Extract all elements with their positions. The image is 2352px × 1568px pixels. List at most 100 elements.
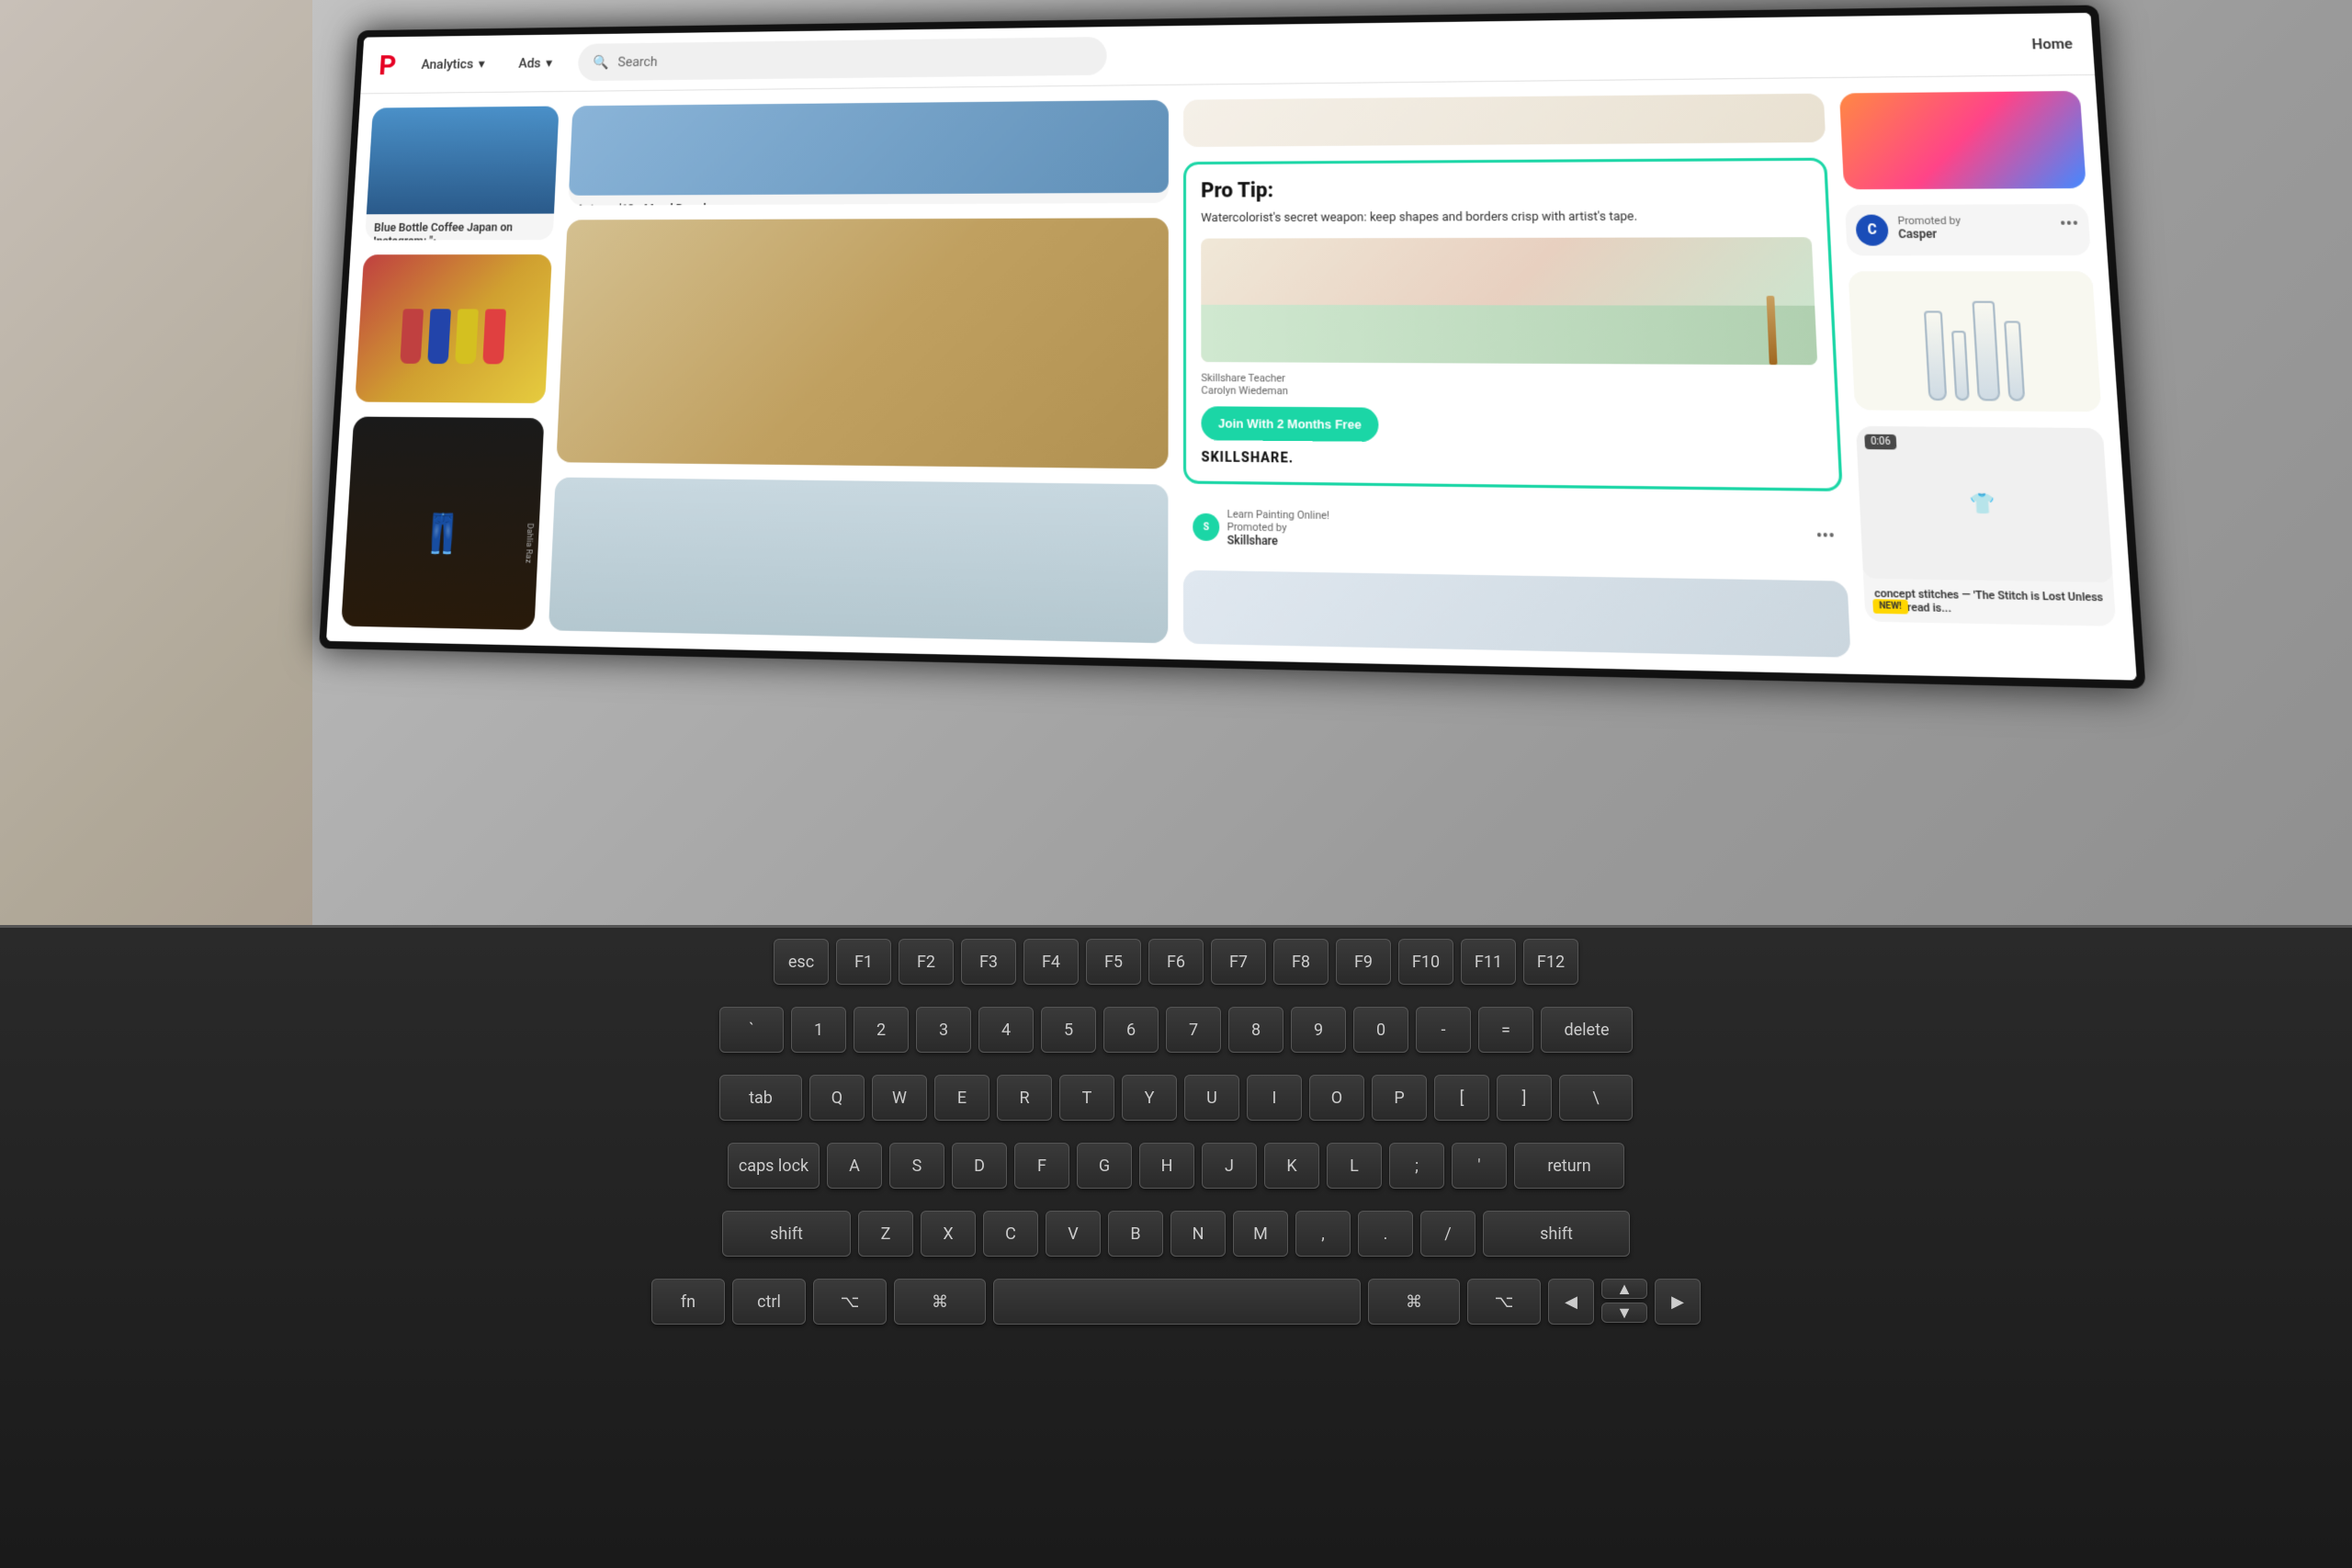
key-lbracket[interactable]: [ bbox=[1434, 1075, 1489, 1121]
key-r[interactable]: R bbox=[997, 1075, 1052, 1121]
key-e[interactable]: E bbox=[934, 1075, 989, 1121]
key-f11[interactable]: F11 bbox=[1461, 939, 1516, 985]
key-q[interactable]: Q bbox=[809, 1075, 865, 1121]
pin-card-blue-bottle[interactable]: Blue Bottle Coffee Japan on Instagram: "… bbox=[365, 107, 559, 241]
key-4[interactable]: 4 bbox=[978, 1007, 1034, 1053]
key-f6[interactable]: F6 bbox=[1148, 939, 1204, 985]
key-n[interactable]: N bbox=[1170, 1211, 1226, 1257]
key-option-right[interactable]: ⌥ bbox=[1467, 1279, 1541, 1325]
laptop-screen-bezel: P Analytics ▾ Ads ▾ 🔍 Search Home bbox=[319, 5, 2146, 689]
key-backtick[interactable]: ` bbox=[719, 1007, 784, 1053]
key-c[interactable]: C bbox=[983, 1211, 1038, 1257]
pin-card-arch[interactable] bbox=[1183, 570, 1851, 658]
key-w[interactable]: W bbox=[872, 1075, 927, 1121]
pin-card-bathroom[interactable] bbox=[548, 478, 1169, 644]
key-f1[interactable]: F1 bbox=[836, 939, 891, 985]
pin-card-top-gradient[interactable] bbox=[1839, 91, 2086, 189]
key-g[interactable]: G bbox=[1077, 1143, 1132, 1189]
key-arrow-left[interactable]: ◀ bbox=[1548, 1279, 1594, 1325]
flask-1 bbox=[1924, 310, 1947, 400]
key-f[interactable]: F bbox=[1014, 1143, 1069, 1189]
key-b[interactable]: B bbox=[1108, 1211, 1163, 1257]
key-period[interactable]: . bbox=[1358, 1211, 1413, 1257]
key-8[interactable]: 8 bbox=[1228, 1007, 1283, 1053]
key-1[interactable]: 1 bbox=[791, 1007, 846, 1053]
pin-card-flasks[interactable] bbox=[1849, 271, 2102, 412]
key-o[interactable]: O bbox=[1309, 1075, 1364, 1121]
more-options-button[interactable]: ••• bbox=[1815, 525, 1835, 547]
key-return[interactable]: return bbox=[1514, 1143, 1624, 1189]
home-nav[interactable]: Home bbox=[2031, 35, 2073, 52]
pin-card-autumn[interactable]: Autumn '18 - Mood Board bbox=[568, 100, 1169, 206]
key-i[interactable]: I bbox=[1247, 1075, 1302, 1121]
key-f5[interactable]: F5 bbox=[1086, 939, 1141, 985]
key-shift-left[interactable]: shift bbox=[722, 1211, 851, 1257]
key-a[interactable]: A bbox=[827, 1143, 882, 1189]
key-f7[interactable]: F7 bbox=[1211, 939, 1266, 985]
key-j[interactable]: J bbox=[1202, 1143, 1257, 1189]
key-v[interactable]: V bbox=[1046, 1211, 1101, 1257]
key-f10[interactable]: F10 bbox=[1398, 939, 1453, 985]
pin-card-bottles[interactable] bbox=[355, 254, 552, 403]
casper-more-options[interactable]: ••• bbox=[2059, 214, 2079, 235]
casper-promo-card[interactable]: C Promoted by Casper ••• bbox=[1845, 204, 2091, 255]
key-rbracket[interactable]: ] bbox=[1497, 1075, 1552, 1121]
key-z[interactable]: Z bbox=[858, 1211, 913, 1257]
key-9[interactable]: 9 bbox=[1291, 1007, 1346, 1053]
key-arrow-right[interactable]: ▶ bbox=[1655, 1279, 1701, 1325]
search-bar[interactable]: 🔍 Search bbox=[577, 37, 1106, 81]
key-fn[interactable]: fn bbox=[651, 1279, 725, 1325]
key-u[interactable]: U bbox=[1184, 1075, 1239, 1121]
key-backslash[interactable]: \ bbox=[1559, 1075, 1633, 1121]
key-caps[interactable]: caps lock bbox=[728, 1143, 820, 1189]
key-quote[interactable]: ' bbox=[1452, 1143, 1507, 1189]
key-delete[interactable]: delete bbox=[1541, 1007, 1633, 1053]
analytics-nav[interactable]: Analytics ▾ bbox=[413, 51, 494, 78]
key-l[interactable]: L bbox=[1327, 1143, 1382, 1189]
key-esc[interactable]: esc bbox=[774, 939, 829, 985]
key-s[interactable]: S bbox=[889, 1143, 944, 1189]
key-f12[interactable]: F12 bbox=[1523, 939, 1578, 985]
key-equals[interactable]: = bbox=[1478, 1007, 1533, 1053]
keyboard-row-1: esc F1 F2 F3 F4 F5 F6 F7 F8 F9 F10 F11 F… bbox=[0, 928, 2352, 996]
key-space[interactable] bbox=[993, 1279, 1361, 1325]
key-5[interactable]: 5 bbox=[1041, 1007, 1096, 1053]
key-minus[interactable]: - bbox=[1416, 1007, 1471, 1053]
key-2[interactable]: 2 bbox=[854, 1007, 909, 1053]
key-shift-right[interactable]: shift bbox=[1483, 1211, 1630, 1257]
pin-card-concept[interactable]: 👕 concept stitches — 'The Stitch is Lost… bbox=[1856, 426, 2116, 626]
key-comma[interactable]: , bbox=[1295, 1211, 1351, 1257]
key-7[interactable]: 7 bbox=[1166, 1007, 1221, 1053]
key-cmd-left[interactable]: ⌘ bbox=[894, 1279, 986, 1325]
key-cmd-right[interactable]: ⌘ bbox=[1368, 1279, 1460, 1325]
key-3[interactable]: 3 bbox=[916, 1007, 971, 1053]
key-x[interactable]: X bbox=[921, 1211, 976, 1257]
key-f3[interactable]: F3 bbox=[961, 939, 1016, 985]
ads-nav[interactable]: Ads ▾ bbox=[509, 50, 561, 76]
key-p[interactable]: P bbox=[1372, 1075, 1427, 1121]
key-k[interactable]: K bbox=[1264, 1143, 1319, 1189]
key-tab[interactable]: tab bbox=[719, 1075, 802, 1121]
key-arrow-up[interactable]: ▲ bbox=[1601, 1279, 1647, 1299]
key-semicolon[interactable]: ; bbox=[1389, 1143, 1444, 1189]
key-d[interactable]: D bbox=[952, 1143, 1007, 1189]
key-option[interactable]: ⌥ bbox=[813, 1279, 887, 1325]
key-f8[interactable]: F8 bbox=[1273, 939, 1329, 985]
key-ctrl[interactable]: ctrl bbox=[732, 1279, 806, 1325]
key-0[interactable]: 0 bbox=[1353, 1007, 1408, 1053]
pin-card-ird[interactable]: IRD - Brand design bbox=[1183, 94, 1826, 147]
key-slash[interactable]: / bbox=[1420, 1211, 1476, 1257]
key-6[interactable]: 6 bbox=[1103, 1007, 1159, 1053]
key-t[interactable]: T bbox=[1059, 1075, 1114, 1121]
pinterest-logo[interactable]: P bbox=[378, 48, 397, 81]
join-button[interactable]: Join With 2 Months Free bbox=[1201, 407, 1378, 443]
key-h[interactable]: H bbox=[1139, 1143, 1194, 1189]
key-f9[interactable]: F9 bbox=[1336, 939, 1391, 985]
pin-card-pants[interactable]: 👖 Dahlia Raz bbox=[341, 416, 544, 630]
key-y[interactable]: Y bbox=[1122, 1075, 1177, 1121]
key-m[interactable]: M bbox=[1233, 1211, 1288, 1257]
key-arrow-down[interactable]: ▼ bbox=[1601, 1303, 1647, 1323]
key-f2[interactable]: F2 bbox=[899, 939, 954, 985]
pin-card-natural[interactable]: Natural bbox=[556, 218, 1168, 469]
key-f4[interactable]: F4 bbox=[1023, 939, 1079, 985]
